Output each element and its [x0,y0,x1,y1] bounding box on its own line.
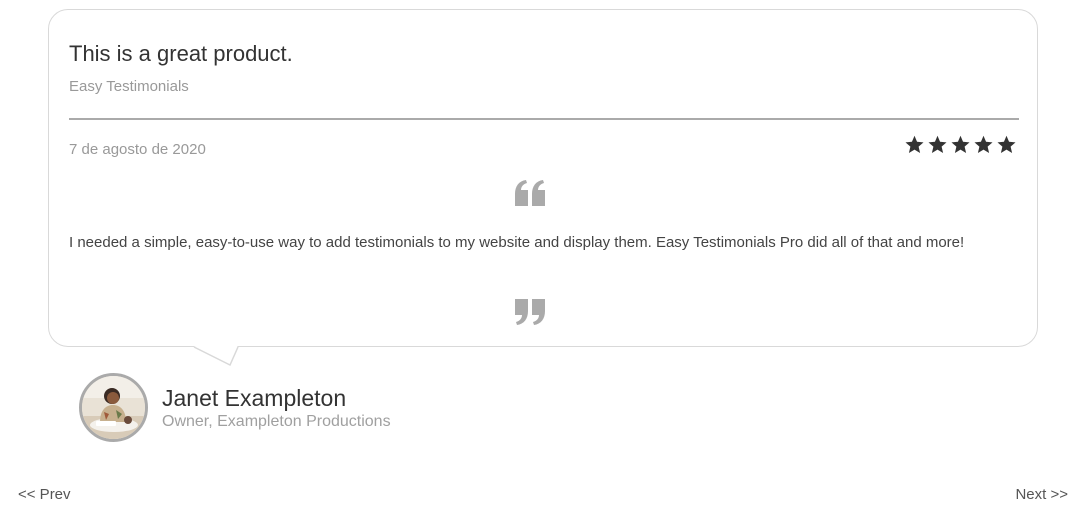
quote-close-icon [515,299,545,325]
next-link[interactable]: Next >> [1015,486,1068,503]
speech-bubble-tail [192,345,239,367]
author-role: Owner, Exampleton Productions [162,413,391,430]
testimonial-date: 7 de agosto de 2020 [69,141,206,158]
star-icon [928,135,947,153]
star-icon [951,135,970,153]
star-icon [974,135,993,153]
divider [69,118,1019,120]
testimonial-card: This is a great product. Easy Testimonia… [48,9,1038,347]
quote-open-icon [515,180,545,206]
testimonial-title: This is a great product. [69,41,293,66]
avatar [79,373,148,442]
testimonial-subtitle: Easy Testimonials [69,78,189,95]
author-name: Janet Exampleton [162,385,347,411]
testimonial-slider: This is a great product. Easy Testimonia… [0,0,1079,514]
star-icon [905,135,924,153]
star-rating [904,134,1017,155]
testimonial-body: I needed a simple, easy-to-use way to ad… [69,234,965,251]
star-icon [997,135,1016,153]
avatar-photo [82,376,145,439]
prev-link[interactable]: << Prev [18,486,71,503]
